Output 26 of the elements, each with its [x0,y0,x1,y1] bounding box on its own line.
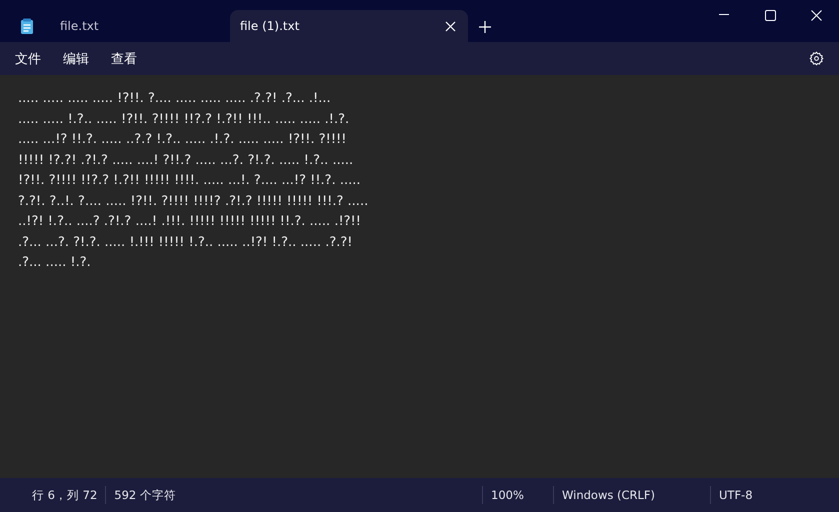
menu-item[interactable]: 查看 [100,46,148,72]
tab[interactable]: file (1).txt [230,10,468,42]
text-line: ..... ..... !.?.. ..... !?!!. ?!!!! !!?.? !.?!! !!!.. ..... ..... .!.?. [18,110,350,128]
menu-item[interactable]: 文件 [4,46,52,72]
text-line: ..... ..... ..... ..... !?!!. ?.... ..... ..... ..... .?.?! .?... .!... [18,90,332,108]
minimize-icon [719,14,729,16]
text-line: !?!!. ?!!!! !!?.? !.?!! !!!!! !!!!. ..... ...!. ?.... ...!? !!.?. ..... [18,172,362,190]
text-line: .?... ...?. ?!.?. ..... !.!!! !!!!! !.?.. ..... ..!?! !.?.. ..... .?.?! [18,234,354,252]
plus-icon [479,21,491,33]
text-line: ..!?! !.?.. ....? .?!.? ....! .!!!. !!!!! !!!!! !!!!! !!.?. ..... .!?!! [18,213,362,231]
line-ending: Windows (CRLF) [561,488,656,502]
cursor-position: 行 6，列 72 [31,488,98,502]
close-icon[interactable] [445,20,456,32]
notepad-icon [20,18,34,34]
text-line: ?.?!. ?..!. ?.... ..... !?!!. ?!!!! !!!!? .?!.? !!!!! !!!!! !!!.? ..... [18,192,370,210]
settings-icon [808,51,824,66]
text-line: ..... ...!? !!.?. ..... ..?.? !.?.. ..... .!.?. ..... ..... !?!!. ?!!!! [18,131,348,149]
maximize-icon [764,10,776,20]
text-line: .?... ..... !.?. [18,254,92,272]
encoding: UTF-8 [718,488,754,502]
tab[interactable]: file.txt [10,10,230,42]
zoom-level: 100% [490,488,525,502]
close-icon [810,10,822,20]
text-line: !!!!! !?.?! .?!.? ..... ....! ?!!.? ..... ...?. ?!.?. ..... !.?.. ..... [18,152,354,170]
character-count: 592 个字符 [113,488,177,502]
menu-item[interactable]: 编辑 [52,46,100,72]
